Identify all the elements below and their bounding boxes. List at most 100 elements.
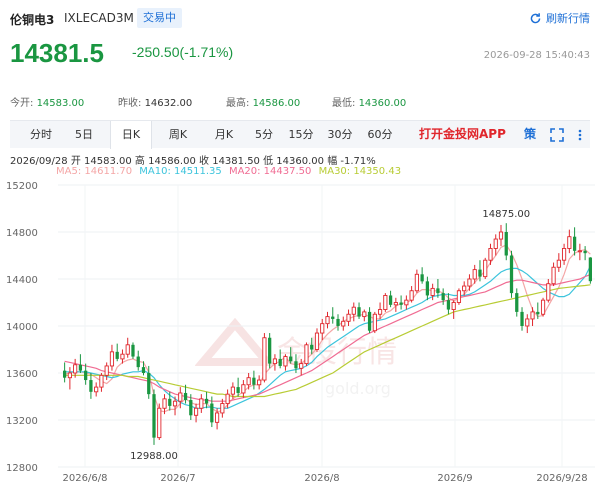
last-price: 14381.5: [10, 38, 104, 68]
candle-body-36: [252, 377, 256, 385]
tab-monthly-k[interactable]: 月K: [202, 121, 246, 148]
candle-body-9: [109, 351, 115, 367]
stat-prev-close-value: 14632.00: [144, 98, 193, 109]
candle-body-61: [383, 294, 388, 310]
candle-body-28: [210, 403, 214, 423]
trading-status-badge: 交易中: [137, 8, 182, 28]
candle-body-80: [483, 259, 488, 278]
candle-body-4: [84, 370, 88, 381]
candle-body-20: [168, 398, 172, 406]
candle-body-14: [136, 356, 140, 368]
candle-body-85: [509, 255, 514, 294]
stats-row: 今开: 14583.00 昨收: 14632.00 最高: 14586.00 最…: [0, 90, 600, 110]
candle-body-11: [120, 353, 125, 360]
tab-daily-k[interactable]: 日K: [110, 121, 152, 149]
candle-body-34: [241, 384, 246, 394]
expand-icon[interactable]: [550, 128, 564, 142]
candle-body-67: [414, 273, 419, 292]
stat-prev-close: 昨收: 14632.00: [118, 98, 193, 109]
candle-body-19: [162, 398, 167, 409]
kline-chart[interactable]: 12800 13200 13600 14000 14400 14800 15200 2026/…: [0, 176, 600, 486]
candle-body-58: [367, 311, 372, 331]
refresh-button[interactable]: 刷新行情: [529, 10, 590, 26]
candle-body-23: [183, 392, 188, 401]
candle-body-65: [404, 299, 409, 306]
tab-weekly-k[interactable]: 周K: [156, 121, 200, 148]
candle-body-43: [289, 356, 293, 362]
candle-body-82: [493, 238, 498, 249]
quote-header: 伦铜电3 IXLECAD3M 交易中 刷新行情: [0, 0, 600, 36]
tab-5day[interactable]: 5日: [66, 121, 102, 148]
y-tick-label-0: 12800: [6, 463, 38, 474]
tab-15min[interactable]: 15分: [282, 121, 320, 148]
candle-body-35: [246, 377, 251, 386]
tab-intraday[interactable]: 分时: [20, 121, 62, 148]
candle-body-64: [399, 302, 403, 305]
candle-body-24: [189, 400, 193, 416]
tab-30min[interactable]: 30分: [320, 121, 360, 148]
candle-body-53: [341, 320, 346, 327]
quote-time: 2026-09-28 15:40:43: [483, 50, 590, 61]
open-app-link[interactable]: 打开金投网APP: [419, 121, 506, 148]
stat-low: 最低: 14360.00: [332, 98, 407, 109]
candle-body-74: [451, 302, 456, 310]
stat-open: 今开: 14583.00: [10, 98, 85, 109]
refresh-label: 刷新行情: [546, 12, 590, 25]
tab-60min[interactable]: 60分: [360, 121, 400, 148]
candle-body-97: [572, 236, 577, 251]
candle-body-81: [488, 247, 493, 261]
y-tick-label-1: 13200: [6, 416, 38, 427]
candle-body-29: [215, 412, 220, 423]
candle-body-21: [172, 400, 178, 407]
candle-body-41: [278, 358, 282, 366]
candle-body-62: [388, 295, 393, 305]
candle-body-10: [115, 351, 119, 359]
tab-5min[interactable]: 5分: [246, 121, 282, 148]
x-tick-label-0: 2026/6/8: [63, 473, 108, 484]
candle-body-1: [67, 372, 72, 379]
candle-body-16: [147, 373, 151, 395]
settings-icon[interactable]: [574, 128, 586, 142]
candle-body-13: [131, 344, 135, 357]
candle-body-99: [583, 250, 587, 254]
strategy-button[interactable]: 策: [524, 125, 536, 142]
candle-body-83: [498, 231, 504, 240]
stat-low-value: 14360.00: [358, 98, 407, 109]
period-tabs: 分时 5日 日K 周K 月K 5分 15分 30分 60分 打开金投网APP 策: [10, 120, 590, 149]
candle-body-78: [472, 269, 477, 280]
candle-body-8: [104, 365, 109, 376]
candle-body-88: [525, 318, 530, 327]
x-tick-label-2: 2026/8: [304, 473, 339, 484]
candle-body-17: [152, 394, 156, 438]
candle-body-40: [272, 358, 278, 365]
x-tick-label-1: 2026/7: [160, 473, 195, 484]
extreme-label-1: 12988.00: [130, 451, 178, 462]
candle-body-92: [546, 283, 551, 301]
x-tick-label-4: 2026/9/28: [536, 473, 587, 484]
candle-body-91: [540, 299, 546, 315]
candle-body-93: [551, 266, 556, 285]
candle-body-32: [230, 386, 235, 395]
y-tick-label-2: 13600: [6, 369, 38, 380]
candle-body-86: [515, 293, 519, 312]
candle-body-56: [357, 307, 361, 317]
ohlc-readout: 2026/09/28 开 14583.00 高 14586.00 收 14381…: [10, 156, 376, 167]
candle-body-37: [257, 379, 262, 386]
y-tick-label-3: 14000: [6, 322, 38, 333]
candle-body-42: [283, 356, 288, 367]
candle-body-51: [331, 316, 335, 319]
candle-body-100: [588, 257, 593, 282]
candle-body-98: [577, 250, 582, 253]
candle-body-49: [320, 323, 325, 334]
candle-body-66: [409, 290, 414, 301]
candle-body-75: [456, 290, 462, 303]
candle-body-22: [178, 392, 183, 402]
candle-body-12: [125, 344, 130, 355]
refresh-icon: [530, 12, 541, 23]
candle-body-77: [467, 278, 472, 287]
candle-body-47: [310, 344, 314, 350]
y-tick-label-4: 14400: [6, 275, 38, 286]
candle-body-2: [73, 364, 78, 374]
candle-body-96: [567, 236, 572, 249]
candle-body-18: [157, 407, 162, 439]
